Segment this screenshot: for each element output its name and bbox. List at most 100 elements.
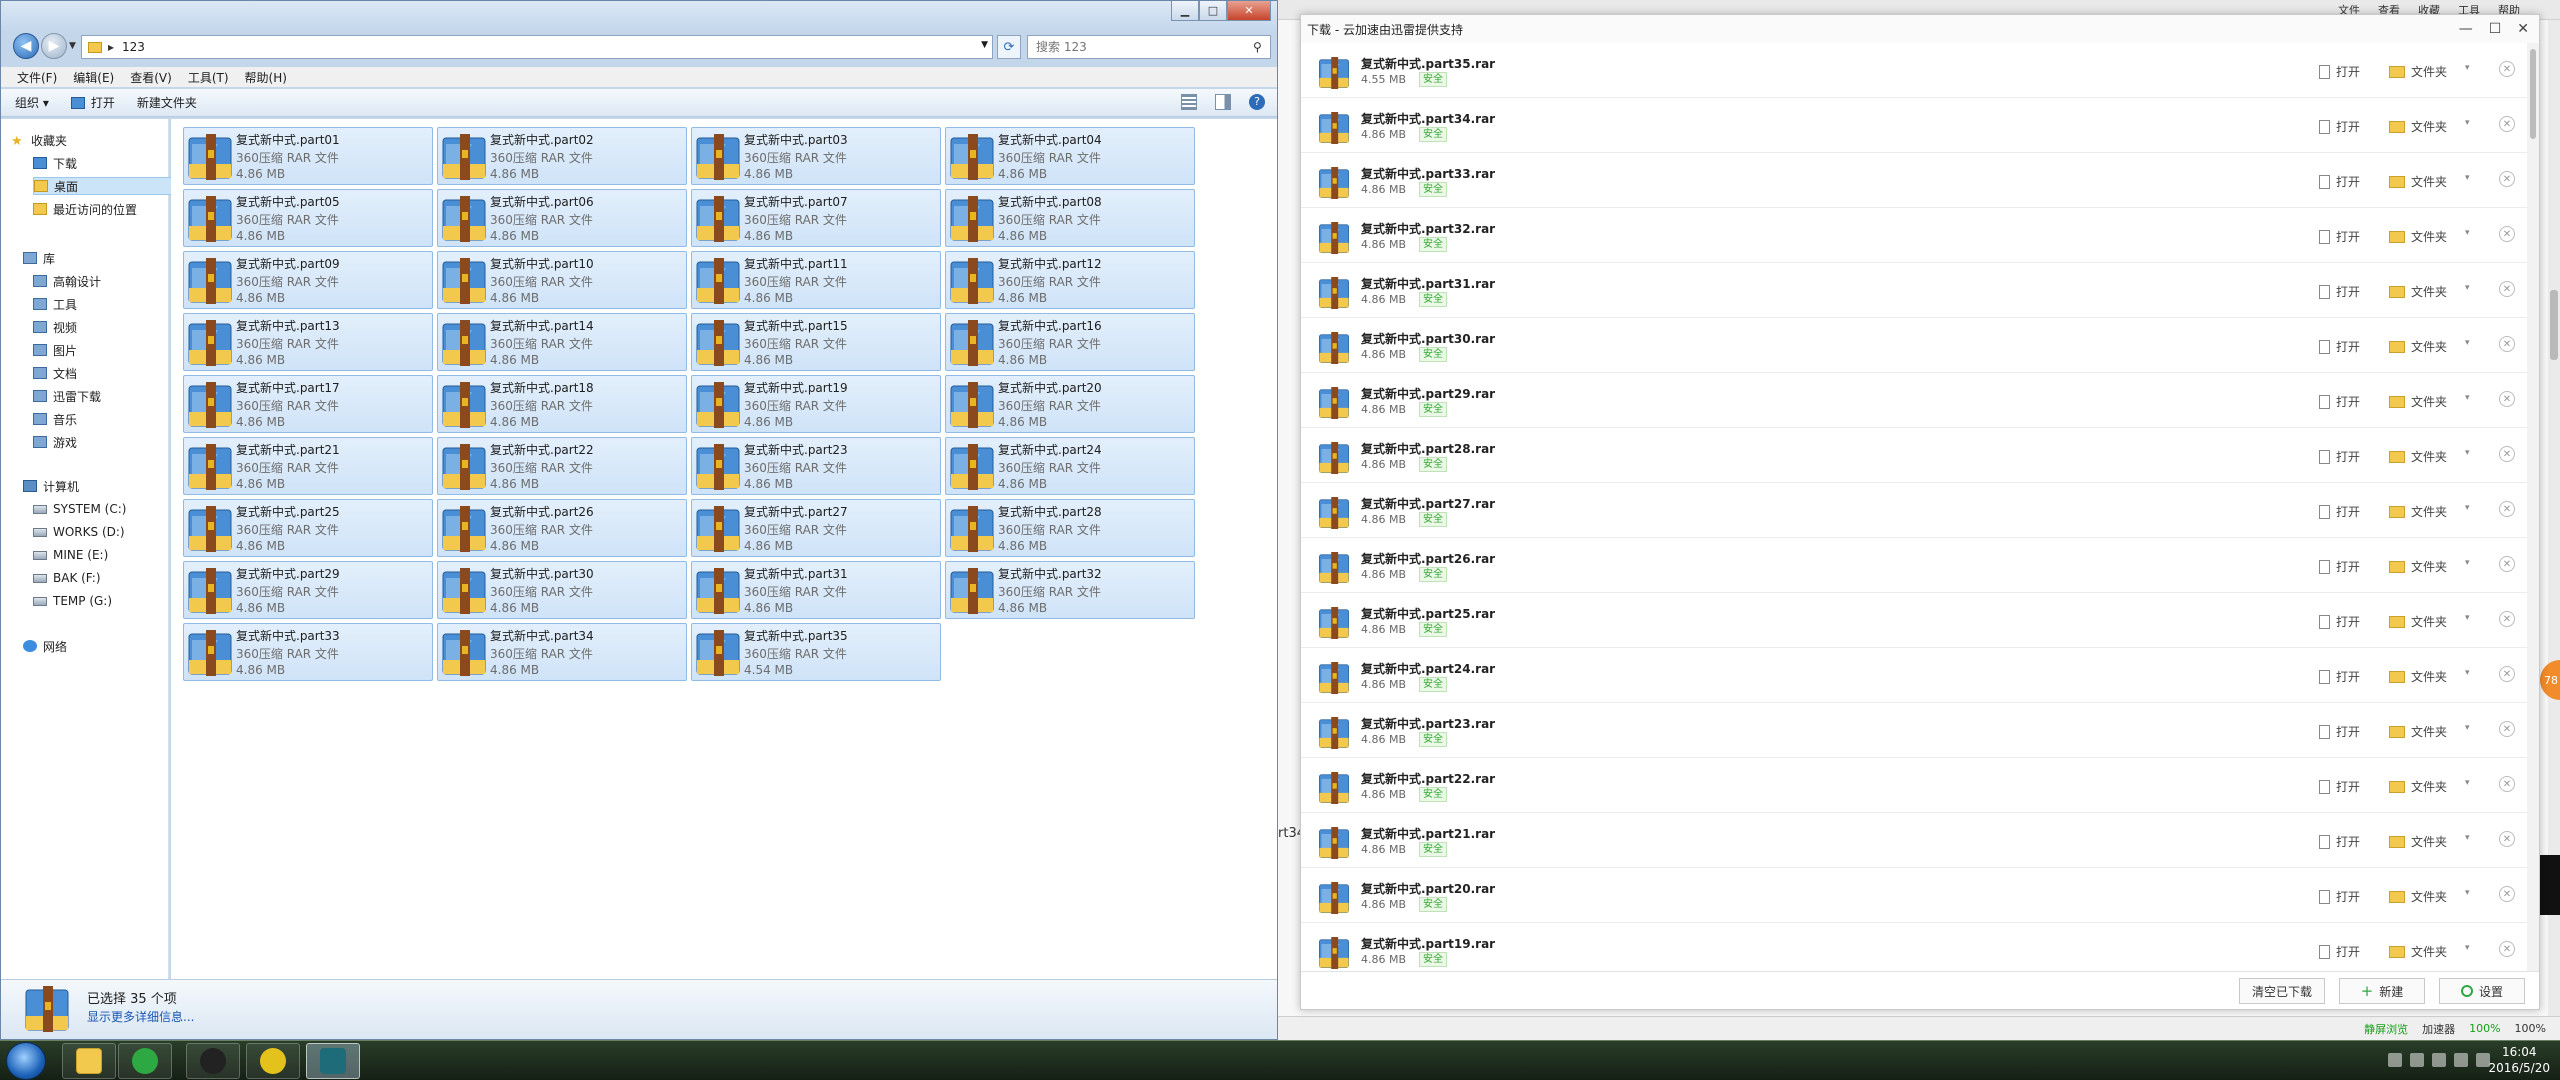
more-dropdown-icon[interactable]: ▾	[2465, 613, 2470, 623]
file-tile[interactable]: 复式新中式.part34 360压缩 RAR 文件 4.86 MB	[437, 623, 687, 681]
minimize-button[interactable]: ▁	[1171, 1, 1199, 21]
nav-library-item[interactable]: 图片	[33, 341, 77, 359]
download-row[interactable]: 复式新中式.part32.rar 4.86 MB 安全 打开 文件夹 ▾ ✕	[1301, 208, 2529, 263]
more-dropdown-icon[interactable]: ▾	[2465, 338, 2470, 348]
remove-download-icon[interactable]: ✕	[2499, 556, 2515, 572]
file-tile[interactable]: 复式新中式.part15 360压缩 RAR 文件 4.86 MB	[691, 313, 941, 371]
address-dropdown-icon[interactable]: ▼	[981, 40, 988, 50]
more-dropdown-icon[interactable]: ▾	[2465, 228, 2470, 238]
download-row[interactable]: 复式新中式.part30.rar 4.86 MB 安全 打开 文件夹 ▾ ✕	[1301, 318, 2529, 373]
nav-library-item[interactable]: 高翰设计	[33, 272, 101, 290]
recent-pages-dropdown[interactable]: ▼	[69, 41, 76, 51]
file-tile[interactable]: 复式新中式.part14 360压缩 RAR 文件 4.86 MB	[437, 313, 687, 371]
status-accelerator[interactable]: 加速器	[2422, 1021, 2455, 1037]
refresh-button[interactable]: ⟳	[997, 35, 1021, 59]
close-button[interactable]: ✕	[1227, 1, 1271, 21]
remove-download-icon[interactable]: ✕	[2499, 336, 2515, 352]
help-icon[interactable]: ?	[1249, 94, 1265, 110]
open-file-button[interactable]: 打开	[2319, 943, 2360, 960]
file-tile[interactable]: 复式新中式.part05 360压缩 RAR 文件 4.86 MB	[183, 189, 433, 247]
more-dropdown-icon[interactable]: ▾	[2465, 778, 2470, 788]
download-row[interactable]: 复式新中式.part35.rar 4.55 MB 安全 打开 文件夹 ▾ ✕	[1301, 43, 2529, 98]
back-button[interactable]: ◀	[13, 33, 39, 59]
file-tile[interactable]: 复式新中式.part02 360压缩 RAR 文件 4.86 MB	[437, 127, 687, 185]
more-dropdown-icon[interactable]: ▾	[2465, 503, 2470, 513]
menu-item[interactable]: 帮助(H)	[245, 69, 287, 86]
download-list[interactable]: 复式新中式.part35.rar 4.55 MB 安全 打开 文件夹 ▾ ✕ 复式新中式.pa…	[1301, 43, 2529, 973]
more-dropdown-icon[interactable]: ▾	[2465, 118, 2470, 128]
organize-button[interactable]: 组织 ▾	[15, 94, 49, 111]
more-dropdown-icon[interactable]: ▾	[2465, 943, 2470, 953]
clear-downloaded-button[interactable]: 清空已下载	[2239, 978, 2325, 1004]
browser-scroll-thumb[interactable]	[2550, 290, 2558, 360]
open-file-button[interactable]: 打开	[2319, 393, 2360, 410]
start-button[interactable]	[6, 1042, 46, 1080]
taskbar-qq[interactable]	[186, 1043, 240, 1079]
search-input[interactable]	[1027, 35, 1271, 59]
more-dropdown-icon[interactable]: ▾	[2465, 668, 2470, 678]
open-folder-button[interactable]: 文件夹	[2389, 503, 2447, 520]
open-folder-button[interactable]: 文件夹	[2389, 283, 2447, 300]
status-download-pct[interactable]: 100%	[2469, 1022, 2500, 1035]
remove-download-icon[interactable]: ✕	[2499, 501, 2515, 517]
download-scrollbar[interactable]	[2527, 43, 2539, 973]
remove-download-icon[interactable]: ✕	[2499, 391, 2515, 407]
download-row[interactable]: 复式新中式.part24.rar 4.86 MB 安全 打开 文件夹 ▾ ✕	[1301, 648, 2529, 703]
nav-drive[interactable]: BAK (F:)	[33, 569, 101, 587]
remove-download-icon[interactable]: ✕	[2499, 281, 2515, 297]
remove-download-icon[interactable]: ✕	[2499, 666, 2515, 682]
status-zoom[interactable]: 100%	[2515, 1022, 2546, 1035]
new-folder-button[interactable]: 新建文件夹	[137, 94, 197, 111]
taskbar-360-browser[interactable]	[118, 1043, 172, 1079]
download-row[interactable]: 复式新中式.part28.rar 4.86 MB 安全 打开 文件夹 ▾ ✕	[1301, 428, 2529, 483]
remove-download-icon[interactable]: ✕	[2499, 776, 2515, 792]
more-dropdown-icon[interactable]: ▾	[2465, 888, 2470, 898]
download-row[interactable]: 复式新中式.part20.rar 4.86 MB 安全 打开 文件夹 ▾ ✕	[1301, 868, 2529, 923]
open-folder-button[interactable]: 文件夹	[2389, 173, 2447, 190]
more-dropdown-icon[interactable]: ▾	[2465, 448, 2470, 458]
file-tile[interactable]: 复式新中式.part07 360压缩 RAR 文件 4.86 MB	[691, 189, 941, 247]
tray-icon[interactable]	[2432, 1053, 2446, 1067]
open-folder-button[interactable]: 文件夹	[2389, 888, 2447, 905]
open-file-button[interactable]: 打开	[2319, 338, 2360, 355]
download-row[interactable]: 复式新中式.part29.rar 4.86 MB 安全 打开 文件夹 ▾ ✕	[1301, 373, 2529, 428]
open-folder-button[interactable]: 文件夹	[2389, 448, 2447, 465]
open-folder-button[interactable]: 文件夹	[2389, 943, 2447, 960]
file-tile[interactable]: 复式新中式.part11 360压缩 RAR 文件 4.86 MB	[691, 251, 941, 309]
breadcrumb-chevron-icon[interactable]: ▸	[108, 40, 114, 54]
open-file-button[interactable]: 打开	[2319, 283, 2360, 300]
views-icon[interactable]	[1181, 94, 1197, 110]
open-file-button[interactable]: 打开	[2319, 778, 2360, 795]
file-tile[interactable]: 复式新中式.part31 360压缩 RAR 文件 4.86 MB	[691, 561, 941, 619]
tray-icon[interactable]	[2388, 1053, 2402, 1067]
download-row[interactable]: 复式新中式.part25.rar 4.86 MB 安全 打开 文件夹 ▾ ✕	[1301, 593, 2529, 648]
file-tile[interactable]: 复式新中式.part09 360压缩 RAR 文件 4.86 MB	[183, 251, 433, 309]
more-dropdown-icon[interactable]: ▾	[2465, 833, 2470, 843]
nav-network[interactable]: 网络	[23, 637, 67, 655]
download-row[interactable]: 复式新中式.part22.rar 4.86 MB 安全 打开 文件夹 ▾ ✕	[1301, 758, 2529, 813]
new-download-button[interactable]: + 新建	[2339, 978, 2425, 1004]
menu-item[interactable]: 工具(T)	[188, 69, 229, 86]
nav-fav-item[interactable]: 桌面	[33, 177, 173, 195]
taskbar-app-active[interactable]	[306, 1043, 360, 1079]
open-folder-button[interactable]: 文件夹	[2389, 613, 2447, 630]
file-tile[interactable]: 复式新中式.part24 360压缩 RAR 文件 4.86 MB	[945, 437, 1195, 495]
maximize-icon[interactable]: ☐	[2489, 21, 2502, 37]
tray-icon[interactable]	[2410, 1053, 2424, 1067]
file-tile[interactable]: 复式新中式.part23 360压缩 RAR 文件 4.86 MB	[691, 437, 941, 495]
download-row[interactable]: 复式新中式.part23.rar 4.86 MB 安全 打开 文件夹 ▾ ✕	[1301, 703, 2529, 758]
nav-fav-item[interactable]: 最近访问的位置	[33, 200, 137, 218]
nav-library-item[interactable]: 音乐	[33, 410, 77, 428]
open-file-button[interactable]: 打开	[2319, 558, 2360, 575]
file-tile[interactable]: 复式新中式.part21 360压缩 RAR 文件 4.86 MB	[183, 437, 433, 495]
file-tile[interactable]: 复式新中式.part27 360压缩 RAR 文件 4.86 MB	[691, 499, 941, 557]
file-tile[interactable]: 复式新中式.part13 360压缩 RAR 文件 4.86 MB	[183, 313, 433, 371]
forward-button[interactable]: ▶	[41, 33, 67, 59]
file-tile[interactable]: 复式新中式.part33 360压缩 RAR 文件 4.86 MB	[183, 623, 433, 681]
open-file-button[interactable]: 打开	[2319, 173, 2360, 190]
file-tile[interactable]: 复式新中式.part30 360压缩 RAR 文件 4.86 MB	[437, 561, 687, 619]
open-folder-button[interactable]: 文件夹	[2389, 118, 2447, 135]
more-details-link[interactable]: 显示更多详细信息...	[87, 1008, 194, 1025]
open-file-button[interactable]: 打开	[2319, 448, 2360, 465]
open-folder-button[interactable]: 文件夹	[2389, 833, 2447, 850]
